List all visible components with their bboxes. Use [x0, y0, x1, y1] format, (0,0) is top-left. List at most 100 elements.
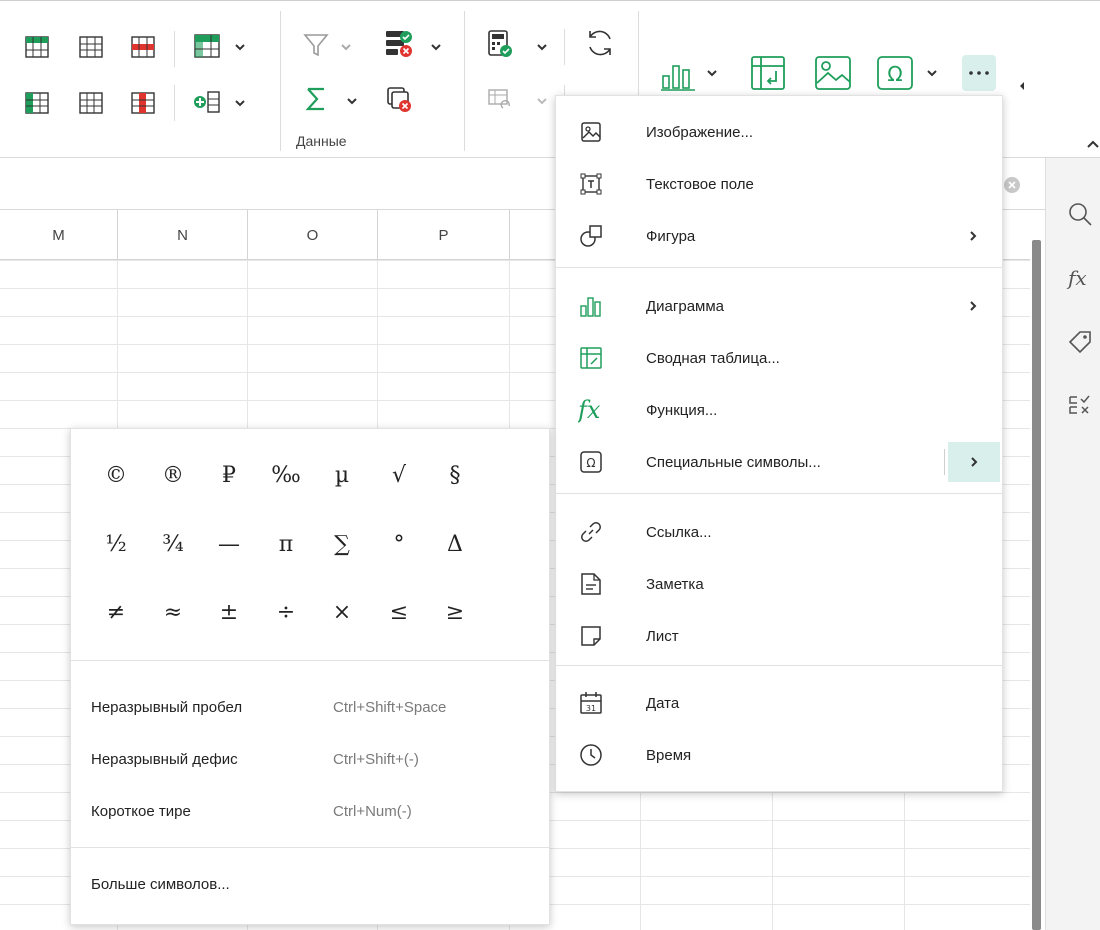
symbol-approx[interactable]: ≈ — [145, 584, 201, 640]
function-icon: fx — [578, 396, 604, 424]
calculate-button[interactable] — [484, 27, 516, 61]
scroll-left-caret-icon[interactable] — [1018, 81, 1026, 91]
shortcut-nonbreaking-space[interactable]: Неразрывный пробел Ctrl+Shift+Space — [71, 685, 549, 735]
symbol-per-mille[interactable]: ‰ — [258, 447, 314, 503]
menu-item-date[interactable]: 31 Дата — [556, 677, 1002, 729]
delete-row-button[interactable] — [128, 33, 158, 61]
recalculate-sheet-button[interactable] — [484, 83, 516, 115]
table-insert-column-icon — [25, 92, 49, 114]
chevron-down-icon[interactable] — [536, 95, 548, 107]
symbol-three-quarters[interactable]: ¾ — [145, 516, 201, 572]
filter-button[interactable] — [300, 29, 332, 61]
autosum-button[interactable] — [300, 83, 332, 115]
data-validation-icon — [386, 31, 412, 57]
insert-dropdown-menu: Изображение... Текстовое поле Фигура Диа… — [555, 95, 1003, 792]
symbol-em-dash[interactable]: — — [201, 516, 257, 572]
menu-item-label: Дата — [646, 694, 680, 712]
symbol-division[interactable]: ÷ — [258, 584, 314, 640]
shortcut-keys: Ctrl+Num(-) — [333, 803, 412, 820]
menu-item-shape[interactable]: Фигура — [556, 210, 1002, 262]
checklist-icon — [1069, 395, 1090, 414]
submenu-split-divider — [944, 449, 945, 475]
menu-item-time[interactable]: Время — [556, 729, 1002, 781]
symbol-registered[interactable]: ® — [145, 447, 201, 503]
column-header-o[interactable]: O — [248, 210, 378, 260]
menu-item-link[interactable]: Ссылка... — [556, 506, 1002, 558]
symbol-greater-equal[interactable]: ≥ — [427, 584, 483, 640]
validation-panel-button[interactable] — [1060, 386, 1100, 426]
insert-cells-button[interactable] — [192, 87, 222, 117]
insert-image-button[interactable] — [812, 53, 854, 93]
menu-item-label: Текстовое поле — [646, 175, 754, 193]
symbol-section[interactable]: § — [427, 447, 483, 503]
menu-divider — [556, 267, 1002, 268]
function-panel-button[interactable]: fx — [1060, 258, 1100, 298]
image-icon — [815, 56, 851, 90]
menu-item-image[interactable]: Изображение... — [556, 106, 1002, 158]
chevron-down-icon[interactable] — [926, 67, 938, 79]
symbol-micro[interactable]: µ — [314, 447, 370, 503]
symbol-sigma[interactable]: ∑ — [314, 516, 370, 572]
insert-row-above-button[interactable] — [22, 33, 52, 61]
refresh-button[interactable] — [582, 25, 618, 61]
submenu-open-button[interactable] — [948, 442, 1000, 482]
chevron-down-icon[interactable] — [706, 67, 718, 79]
shortcut-en-dash[interactable]: Короткое тире Ctrl+Num(-) — [71, 789, 549, 839]
search-icon — [1069, 203, 1092, 226]
menu-item-function[interactable]: fx Функция... — [556, 384, 1002, 436]
column-header-n[interactable]: N — [118, 210, 248, 260]
chevron-down-icon[interactable] — [430, 41, 442, 53]
insert-pivot-table-button[interactable] — [748, 53, 788, 93]
menu-divider — [556, 493, 1002, 494]
insert-column-right-button[interactable] — [76, 89, 106, 117]
insert-special-symbol-button[interactable]: Ω — [874, 53, 916, 93]
menu-item-pivot-table[interactable]: Сводная таблица... — [556, 332, 1002, 384]
calendar-day-text: 31 — [586, 704, 596, 713]
shortcut-nonbreaking-hyphen[interactable]: Неразрывный дефис Ctrl+Shift+(-) — [71, 737, 549, 787]
table-insert-row-below-icon — [79, 36, 103, 58]
column-header-p[interactable]: P — [378, 210, 510, 260]
chevron-down-icon[interactable] — [234, 41, 246, 53]
remove-duplicates-button[interactable] — [382, 27, 416, 61]
table-delete-column-icon — [131, 92, 155, 114]
symbol-multiplication[interactable]: × — [314, 584, 370, 640]
symbol-degree[interactable]: ° — [371, 516, 427, 572]
symbol-one-half[interactable]: ½ — [88, 516, 144, 572]
delete-column-button[interactable] — [128, 89, 158, 117]
more-insert-button[interactable] — [962, 55, 996, 91]
symbol-delta[interactable]: Δ — [427, 516, 483, 572]
menu-item-sheet[interactable]: Лист — [556, 610, 1002, 662]
calculator-icon — [488, 30, 512, 57]
menu-item-chart[interactable]: Диаграмма — [556, 280, 1002, 332]
named-ranges-button[interactable] — [1060, 322, 1100, 362]
clear-button[interactable] — [382, 83, 414, 115]
symbol-copyright[interactable]: © — [88, 447, 144, 503]
chevron-down-icon[interactable] — [234, 97, 246, 109]
image-icon — [578, 119, 604, 145]
symbol-less-equal[interactable]: ≤ — [371, 584, 427, 640]
chevron-down-icon[interactable] — [536, 41, 548, 53]
link-icon — [578, 519, 604, 545]
symbol-not-equal[interactable]: ≠ — [88, 584, 144, 640]
collapse-ribbon-chevron-icon[interactable] — [1086, 139, 1100, 149]
menu-item-note[interactable]: Заметка — [556, 558, 1002, 610]
symbol-pi[interactable]: π — [258, 516, 314, 572]
format-table-button[interactable] — [192, 31, 222, 61]
menu-item-special-symbols[interactable]: Ω Специальные символы... — [556, 436, 1002, 488]
more-dots-icon — [969, 71, 989, 75]
insert-column-left-button[interactable] — [22, 89, 52, 117]
symbol-plus-minus[interactable]: ± — [201, 584, 257, 640]
insert-row-below-button[interactable] — [76, 33, 106, 61]
search-panel-button[interactable] — [1060, 194, 1100, 234]
chevron-down-icon[interactable] — [346, 95, 358, 107]
menu-item-text-box[interactable]: Текстовое поле — [556, 158, 1002, 210]
scrollbar-thumb[interactable] — [1032, 240, 1041, 930]
column-header-m[interactable]: M — [0, 210, 118, 260]
insert-chart-button[interactable] — [656, 55, 702, 95]
symbol-ruble[interactable]: ₽ — [201, 447, 257, 503]
chevron-down-icon[interactable] — [340, 41, 352, 53]
symbol-square-root[interactable]: √ — [371, 447, 427, 503]
more-symbols-link[interactable]: Больше символов... — [91, 876, 230, 893]
menu-item-label: Фигура — [646, 227, 696, 245]
clear-formula-icon[interactable] — [1003, 176, 1021, 194]
